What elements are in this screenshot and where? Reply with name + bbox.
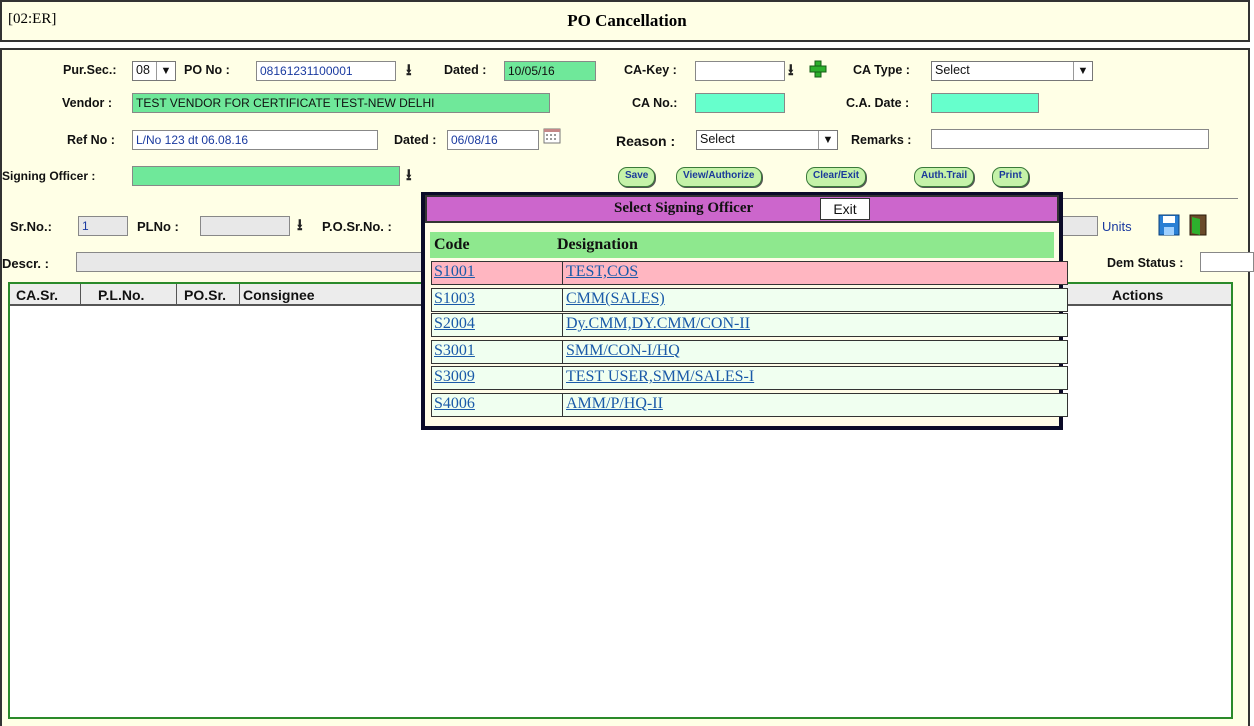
row-divider bbox=[562, 288, 563, 312]
chevron-down-icon: ▼ bbox=[818, 131, 837, 149]
officer-row[interactable] bbox=[431, 393, 1068, 417]
ref-dated-input[interactable]: 06/08/16 bbox=[447, 130, 539, 150]
reason-label: Reason : bbox=[616, 133, 676, 149]
col-actions: Actions bbox=[1112, 287, 1164, 303]
descr-label: Descr. : bbox=[2, 256, 49, 271]
popup-col-code: Code bbox=[434, 236, 470, 253]
ca-type-label: CA Type : bbox=[853, 63, 910, 77]
dated-label: Dated : bbox=[444, 63, 487, 77]
reason-select[interactable]: Select ▼ bbox=[696, 130, 838, 150]
save-button[interactable]: Save bbox=[618, 167, 656, 187]
officer-designation-link[interactable]: AMM/P/HQ-II bbox=[566, 395, 663, 413]
pur-sec-select[interactable]: 08 ▼ bbox=[132, 61, 176, 81]
ca-key-lookup-icon[interactable]: ⭳ bbox=[788, 59, 794, 86]
officer-row[interactable] bbox=[431, 261, 1068, 285]
officer-designation-link[interactable]: TEST USER,SMM/SALES-I bbox=[566, 368, 754, 386]
row-divider bbox=[562, 393, 563, 417]
pur-sec-value: 08 bbox=[136, 63, 150, 77]
po-sr-no-label: P.O.Sr.No. : bbox=[322, 219, 392, 234]
calendar-icon[interactable] bbox=[543, 128, 561, 144]
units-label: Units bbox=[1102, 219, 1132, 234]
popup-col-designation: Designation bbox=[557, 236, 638, 253]
exit-door-icon[interactable] bbox=[1188, 213, 1208, 237]
ref-no-label: Ref No : bbox=[67, 133, 115, 147]
popup-column-header bbox=[430, 232, 1054, 258]
col-separator bbox=[239, 284, 240, 306]
officer-row[interactable] bbox=[431, 340, 1068, 364]
popup-exit-button[interactable]: Exit bbox=[820, 198, 870, 220]
save-disk-icon[interactable] bbox=[1158, 214, 1180, 236]
quantity-input[interactable] bbox=[1062, 216, 1098, 236]
clear-exit-button[interactable]: Clear/Exit bbox=[806, 167, 867, 187]
dem-status-input[interactable] bbox=[1200, 252, 1254, 272]
ca-date-input[interactable] bbox=[931, 93, 1039, 113]
ca-key-label: CA-Key : bbox=[624, 63, 677, 77]
pl-no-lookup-icon[interactable]: ⭳ bbox=[297, 214, 303, 241]
pl-no-label: PLNo : bbox=[137, 219, 179, 234]
officer-designation-link[interactable]: SMM/CON-I/HQ bbox=[566, 342, 680, 360]
chevron-down-icon: ▼ bbox=[156, 62, 175, 80]
signing-officer-input[interactable] bbox=[132, 166, 400, 186]
remarks-input[interactable] bbox=[931, 129, 1209, 149]
pur-sec-label: Pur.Sec.: bbox=[63, 63, 117, 77]
row-divider bbox=[562, 366, 563, 390]
ca-type-value: Select bbox=[935, 63, 970, 77]
remarks-label: Remarks : bbox=[851, 133, 912, 147]
add-ca-key-icon[interactable] bbox=[808, 59, 828, 79]
col-separator bbox=[80, 284, 81, 306]
page-title: PO Cancellation bbox=[567, 11, 687, 30]
signing-officer-lookup-icon[interactable]: ⭳ bbox=[406, 164, 412, 191]
sr-no-label: Sr.No.: bbox=[10, 219, 52, 234]
row-divider bbox=[562, 313, 563, 337]
officer-code-link[interactable]: S3001 bbox=[434, 342, 475, 360]
lookup-download-icon[interactable]: ⭳ bbox=[406, 59, 412, 86]
officer-row[interactable] bbox=[431, 288, 1068, 312]
col-po-sr: PO.Sr. bbox=[184, 287, 227, 303]
dem-status-label: Dem Status : bbox=[1107, 256, 1184, 270]
col-pl-no: P.L.No. bbox=[98, 287, 145, 303]
col-ca-sr: CA.Sr. bbox=[16, 287, 59, 303]
officer-designation-link[interactable]: TEST,COS bbox=[566, 263, 638, 281]
officer-designation-link[interactable]: CMM(SALES) bbox=[566, 290, 665, 308]
reason-value: Select bbox=[700, 132, 735, 146]
ref-no-input[interactable]: L/No 123 dt 06.08.16 bbox=[132, 130, 378, 150]
ref-dated-label: Dated : bbox=[394, 133, 437, 147]
officer-code-link[interactable]: S2004 bbox=[434, 315, 475, 333]
po-no-input[interactable]: 08161231100001 bbox=[256, 61, 396, 81]
ca-key-input[interactable] bbox=[695, 61, 785, 81]
descr-input[interactable] bbox=[76, 252, 424, 272]
row-divider bbox=[562, 261, 563, 285]
chevron-down-icon: ▼ bbox=[1073, 62, 1092, 80]
view-authorize-button[interactable]: View/Authorize bbox=[676, 167, 762, 187]
vendor-label: Vendor : bbox=[62, 96, 113, 110]
auth-trail-button[interactable]: Auth.Trail bbox=[914, 167, 975, 187]
col-consignee: Consignee bbox=[243, 287, 315, 303]
po-no-label: PO No : bbox=[184, 63, 230, 77]
officer-code-link[interactable]: S3009 bbox=[434, 368, 475, 386]
print-button[interactable]: Print bbox=[992, 167, 1029, 187]
ca-date-label: C.A. Date : bbox=[846, 96, 910, 110]
signing-officer-label: Signing Officer : bbox=[2, 169, 96, 183]
pl-no-input[interactable] bbox=[200, 216, 290, 236]
dated-input[interactable]: 10/05/16 bbox=[504, 61, 596, 81]
officer-code-link[interactable]: S1003 bbox=[434, 290, 475, 308]
row-divider bbox=[562, 340, 563, 364]
ca-no-input[interactable] bbox=[695, 93, 785, 113]
popup-title: Select Signing Officer bbox=[614, 200, 754, 216]
officer-code-link[interactable]: S4006 bbox=[434, 395, 475, 413]
sr-no-input[interactable]: 1 bbox=[78, 216, 128, 236]
vendor-input[interactable]: TEST VENDOR FOR CERTIFICATE TEST-NEW DEL… bbox=[132, 93, 550, 113]
officer-code-link[interactable]: S1001 bbox=[434, 263, 475, 281]
col-separator bbox=[176, 284, 177, 306]
ca-no-label: CA No.: bbox=[632, 96, 678, 110]
ca-type-select[interactable]: Select ▼ bbox=[931, 61, 1093, 81]
officer-designation-link[interactable]: Dy.CMM,DY.CMM/CON-II bbox=[566, 315, 750, 333]
